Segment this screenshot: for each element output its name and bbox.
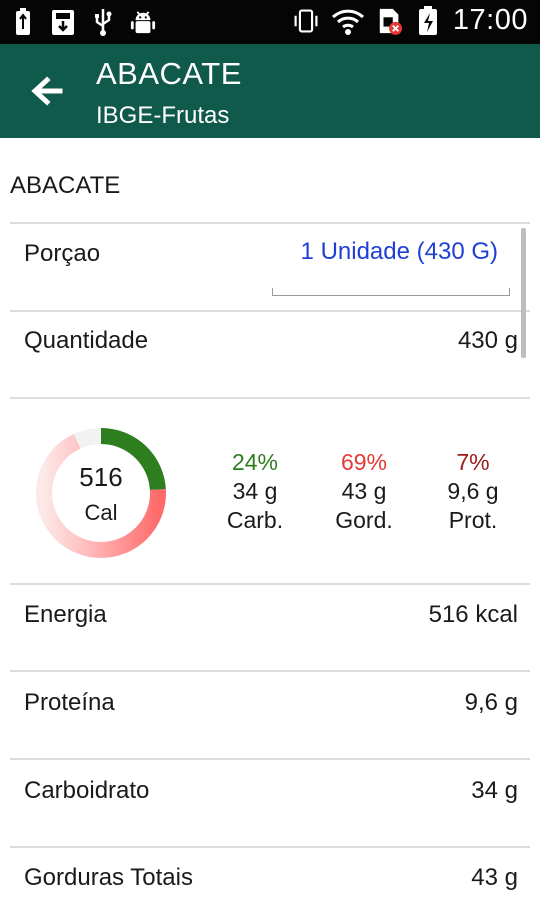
sim-error-icon (377, 5, 403, 37)
app-bar-title: ABACATE (96, 56, 242, 91)
portion-selected-value: 1 Unidade (430 G) (300, 238, 498, 265)
divider (10, 222, 530, 224)
macro-carbs-name: Carb. (226, 507, 284, 533)
food-name: ABACATE (10, 172, 121, 199)
status-bar-system: 17:00 (293, 4, 528, 37)
nutrient-carbs-value: 34 g (471, 777, 518, 804)
status-bar: 17:00 (0, 0, 540, 44)
nutrient-protein-label: Proteína (24, 689, 115, 716)
nutrient-fat-label: Gorduras Totais (24, 864, 193, 891)
nutrient-energy-value: 516 kcal (428, 601, 518, 628)
app-bar: ABACATE IBGE-Frutas (0, 44, 540, 138)
vibrate-icon (293, 5, 319, 37)
divider (10, 397, 530, 399)
divider (10, 846, 530, 848)
back-button[interactable] (22, 66, 72, 116)
macro-fat: 69% 43 g Gord. (314, 448, 414, 534)
nutrient-carbs-label: Carboidrato (24, 777, 150, 804)
macro-carbs-percent: 24% (231, 449, 279, 475)
macro-protein-percent: 7% (456, 449, 490, 475)
macro-fat-percent: 69% (340, 449, 388, 475)
clock: 17:00 (452, 4, 528, 36)
portion-label: Porçao (24, 240, 101, 267)
usb-battery-icon (10, 6, 36, 38)
arrow-left-icon (31, 76, 63, 106)
calories-value: 516 (79, 462, 123, 492)
battery-charging-icon (415, 5, 441, 37)
nutrient-energy-label: Energia (24, 601, 107, 628)
macro-protein: 7% 9,6 g Prot. (423, 448, 523, 534)
quantity-value[interactable]: 430 g (458, 327, 518, 355)
macro-protein-grams: 9,6 g (447, 478, 499, 504)
divider (10, 583, 530, 585)
macro-fat-grams: 43 g (341, 478, 387, 504)
macro-carbs-grams: 34 g (232, 478, 278, 504)
status-bar-notifications (10, 6, 156, 38)
android-debug-icon (130, 6, 156, 38)
download-icon (50, 6, 76, 38)
wifi-icon (331, 5, 365, 37)
divider (10, 310, 530, 312)
nutrient-fat-value: 43 g (471, 864, 518, 891)
quantity-label: Quantidade (24, 327, 149, 354)
nutrient-protein-value: 9,6 g (464, 689, 518, 716)
calories-unit: Cal (84, 500, 118, 525)
usb-icon (90, 6, 116, 38)
macro-fat-name: Gord. (335, 507, 393, 533)
macro-protein-name: Prot. (448, 507, 498, 533)
app-bar-subtitle: IBGE-Frutas (96, 102, 230, 129)
divider (10, 758, 530, 760)
calorie-donut-chart (36, 428, 166, 558)
macro-carbs: 24% 34 g Carb. (205, 448, 305, 534)
portion-dropdown[interactable]: 1 Unidade (430 G) (270, 228, 512, 296)
divider (10, 670, 530, 672)
dropdown-underline (272, 288, 510, 296)
scrollbar[interactable] (521, 228, 526, 358)
